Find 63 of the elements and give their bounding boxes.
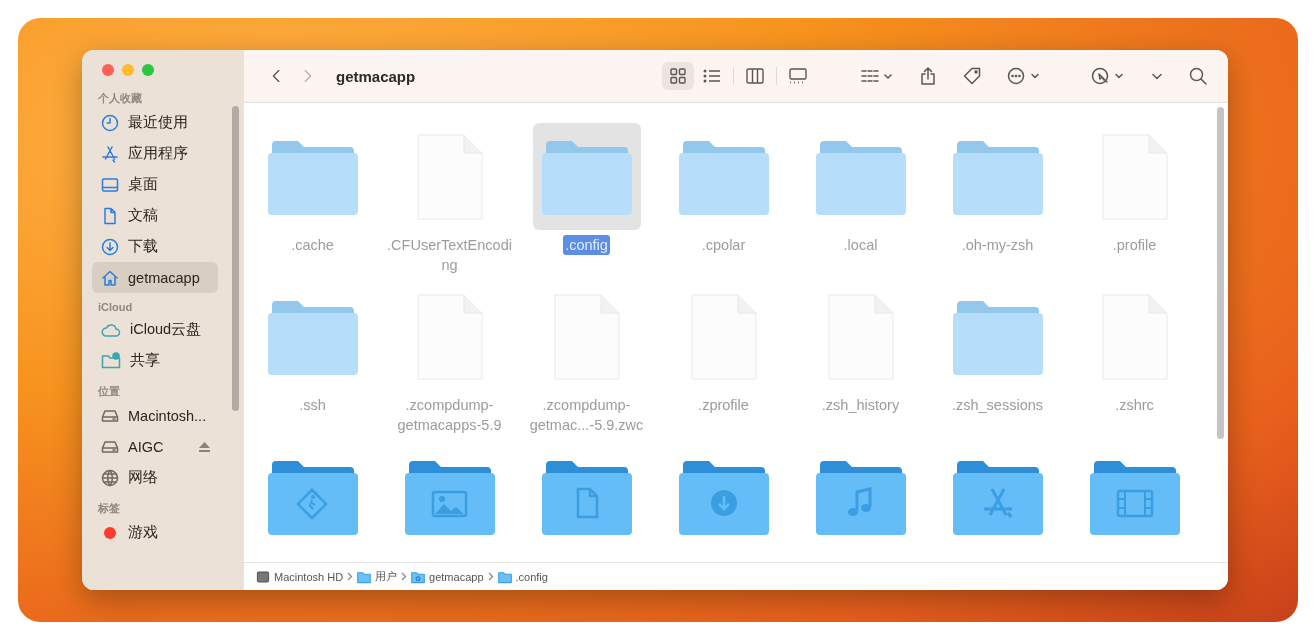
folder-icon <box>952 298 1043 375</box>
folder-icon <box>267 298 358 375</box>
sidebar-item[interactable]: 应用程序 <box>92 138 218 169</box>
sidebar-section-title: iCloud <box>98 301 134 313</box>
folder-icon <box>497 569 512 584</box>
path-item[interactable]: getmacapp <box>411 569 484 584</box>
icon-view-button[interactable] <box>662 62 694 90</box>
sidebar-section-title: 位置 <box>98 384 121 399</box>
pen-caret-icon <box>1090 66 1126 86</box>
file-tile[interactable] <box>532 123 641 230</box>
folder-picture-icon <box>404 458 495 535</box>
sidebar-item[interactable]: 网络 <box>92 462 218 493</box>
sidebar-section-title: 标签 <box>98 501 121 516</box>
home-folder-icon <box>411 569 426 584</box>
folder-icon <box>678 138 769 215</box>
tag-icon <box>962 66 982 86</box>
icon-view-icon <box>668 66 688 86</box>
chevron-icon <box>401 572 408 581</box>
sidebar-section-title: 个人收藏 <box>98 91 143 106</box>
gallery-view-icon <box>788 66 808 86</box>
folder-pedestrian-icon <box>267 458 358 535</box>
path-item[interactable]: .config <box>497 569 548 584</box>
chevron-icon <box>487 572 494 581</box>
scrollbar-thumb[interactable] <box>232 106 239 411</box>
sidebar-item[interactable]: 共享 <box>92 345 218 376</box>
app-store-icon <box>100 143 120 164</box>
sidebar-item[interactable]: iCloud云盘 <box>92 314 218 345</box>
sidebar-item[interactable]: getmacapp <box>92 262 218 293</box>
sidebar-item[interactable]: 游戏 <box>92 517 218 548</box>
drive-icon <box>256 569 270 584</box>
download-icon <box>100 236 120 257</box>
folder-icon <box>815 138 906 215</box>
folder-icon <box>267 138 358 215</box>
folder-icon <box>541 138 632 215</box>
folder-app-icon <box>952 458 1043 535</box>
window-title: getmacapp <box>336 67 416 85</box>
path-item[interactable]: Macintosh HD <box>256 569 344 584</box>
zoom-button[interactable] <box>142 64 154 76</box>
sidebar-item[interactable]: 桌面 <box>92 169 218 200</box>
scrollbar-thumb[interactable] <box>1217 107 1224 439</box>
shared-folder-icon <box>100 350 122 371</box>
close-button[interactable] <box>102 64 114 76</box>
folder-document-icon <box>541 458 632 535</box>
sidebar-item[interactable]: 文稿 <box>92 200 218 231</box>
column-view-icon <box>745 66 765 86</box>
search-icon <box>1188 66 1208 86</box>
chevron-icon <box>347 572 354 581</box>
folder-film-icon <box>1089 458 1180 535</box>
sidebar-item[interactable]: 下载 <box>92 231 218 262</box>
sidebar-item[interactable]: Macintosh... <box>92 400 218 431</box>
sidebar-item[interactable]: 最近使用 <box>92 107 218 138</box>
folder-icon <box>357 569 372 584</box>
globe-icon <box>100 467 120 488</box>
grid-caret-icon <box>860 67 894 85</box>
eject-icon[interactable] <box>199 441 210 452</box>
folder-icon <box>952 138 1043 215</box>
ellipsis-caret-icon <box>1006 66 1042 86</box>
folder-download-icon <box>678 458 769 535</box>
clock-icon <box>100 112 120 133</box>
folder-music-icon <box>815 458 906 535</box>
path-item[interactable]: 用户 <box>357 569 398 584</box>
share-icon <box>918 66 938 86</box>
sidebar-item[interactable]: AIGC <box>92 431 218 462</box>
